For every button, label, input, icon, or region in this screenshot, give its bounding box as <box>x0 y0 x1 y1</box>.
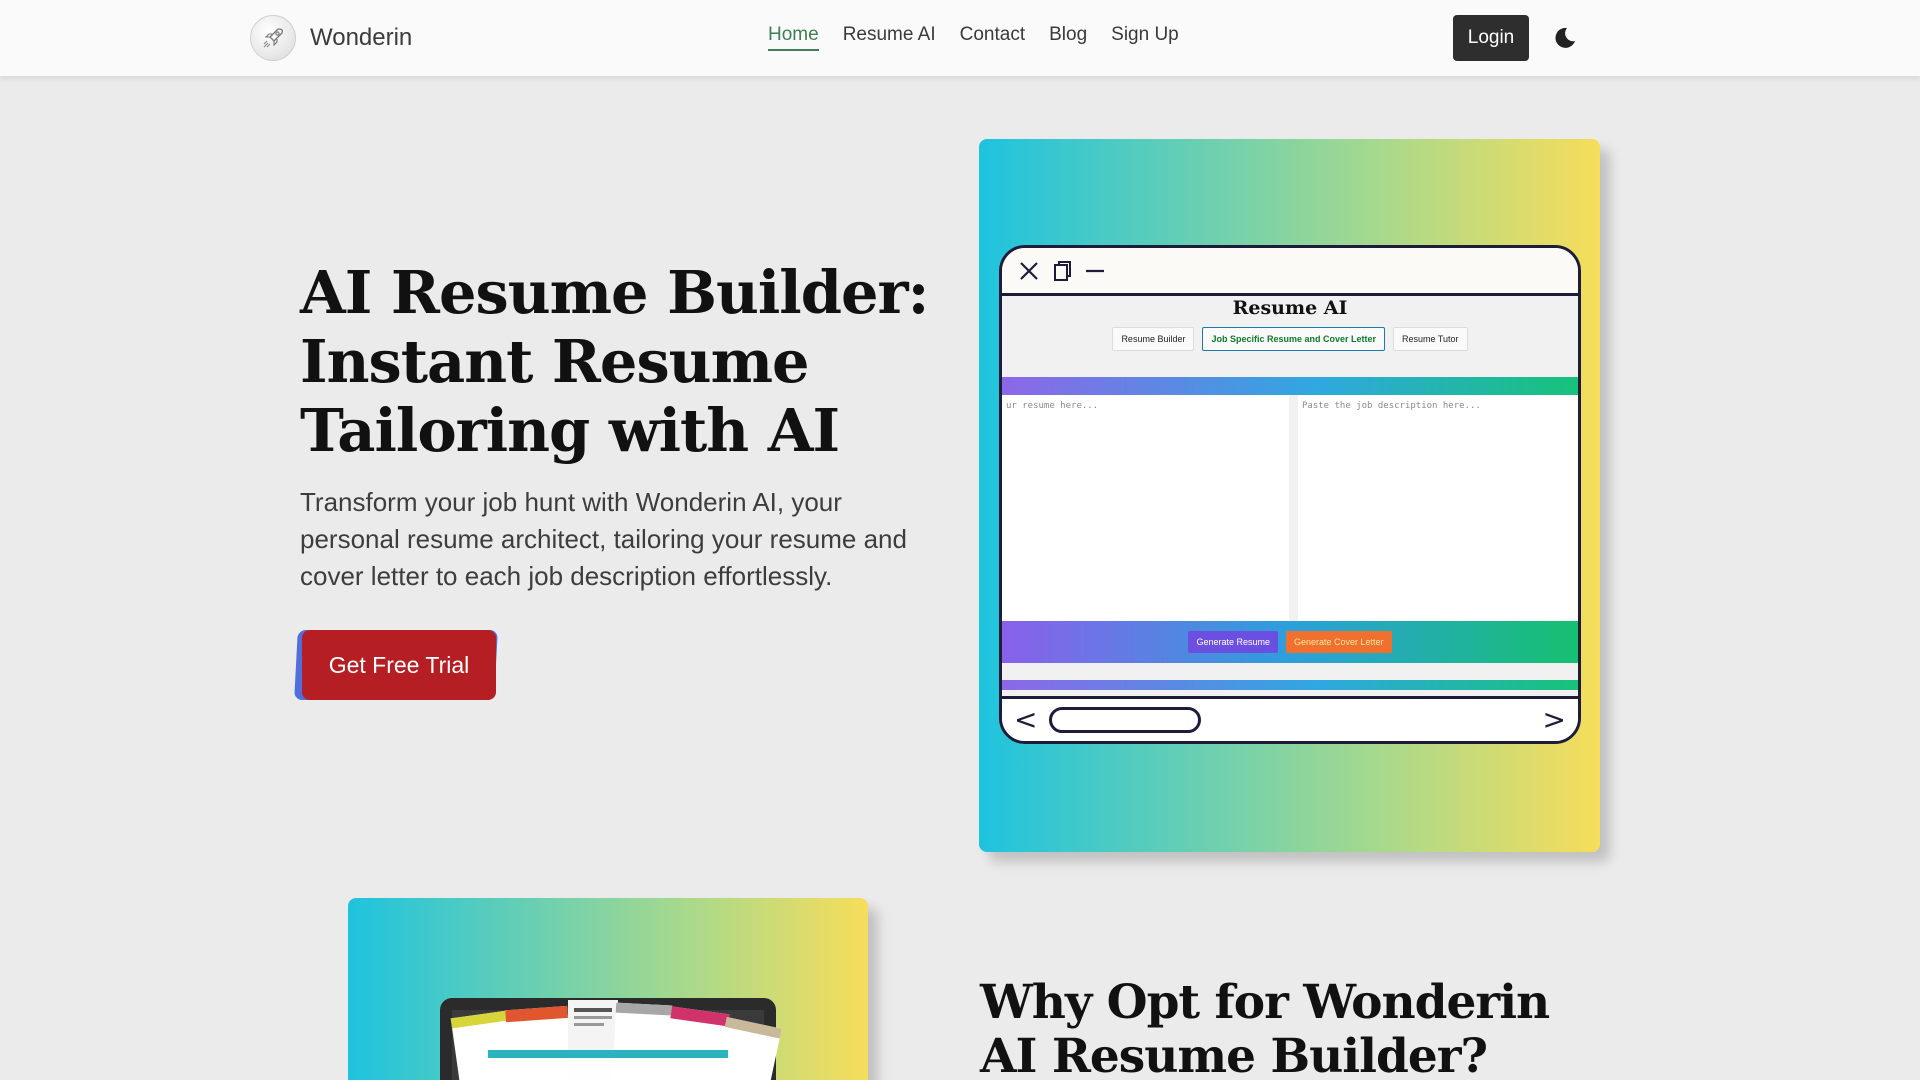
main-nav: Home Resume AI Contact Blog Sign Up <box>768 24 1203 51</box>
copy-icon <box>1054 260 1071 281</box>
nav-link-contact[interactable]: Contact <box>960 24 1025 51</box>
hero-illustration-card: Resume AI Resume Builder Job Specific Re… <box>979 139 1600 852</box>
mock-app-body: Resume AI Resume Builder Job Specific Re… <box>1002 296 1578 696</box>
mock-url-bar <box>1049 707 1202 733</box>
rocket-logo-icon <box>250 15 296 61</box>
nav-link-resume-ai[interactable]: Resume AI <box>843 24 936 51</box>
section-title-why-opt: Why Opt for Wonderin AI Resume Builder? <box>980 975 1550 1080</box>
nav-link-home[interactable]: Home <box>768 24 819 51</box>
login-button[interactable]: Login <box>1453 15 1529 61</box>
mock-gradient-band <box>1002 377 1578 395</box>
mock-tab-resume-tutor: Resume Tutor <box>1393 327 1468 351</box>
moon-icon[interactable] <box>1550 24 1578 52</box>
close-icon <box>1020 261 1038 280</box>
mock-titlebar <box>1002 248 1578 296</box>
mock-tab-resume-builder: Resume Builder <box>1112 327 1195 351</box>
chevron-left-icon: < <box>1014 703 1038 736</box>
mock-gradient-band-bottom <box>1002 680 1578 690</box>
mock-job-textarea: Paste the job description here... <box>1298 395 1578 621</box>
mock-tab-job-specific: Job Specific Resume and Cover Letter <box>1202 327 1386 351</box>
mock-generate-resume-button: Generate Resume <box>1188 631 1278 653</box>
mock-browser-footer: < > <box>1002 696 1578 741</box>
resume-collage-illustration <box>440 998 782 1080</box>
get-free-trial-button[interactable]: Get Free Trial <box>302 630 496 700</box>
hero-title: AI Resume Builder: Instant Resume Tailor… <box>300 258 929 465</box>
mock-generate-cover-letter-button: Generate Cover Letter <box>1285 631 1392 653</box>
brand-name: Wonderin <box>310 24 413 51</box>
cta-wrapper: Get Free Trial <box>294 630 498 700</box>
chevron-right-icon: > <box>1542 703 1566 736</box>
mock-tabs: Resume Builder Job Specific Resume and C… <box>1002 327 1578 351</box>
navbar: Wonderin Home Resume AI Contact Blog Sig… <box>0 0 1920 76</box>
mock-generate-bar: Generate Resume Generate Cover Letter <box>1002 621 1578 663</box>
mock-browser-window: Resume AI Resume Builder Job Specific Re… <box>999 245 1581 744</box>
mock-resume-textarea: ur resume here... <box>1002 395 1289 621</box>
resume-collage-card <box>348 898 868 1080</box>
nav-link-sign-up[interactable]: Sign Up <box>1111 24 1179 51</box>
brand[interactable]: Wonderin <box>250 12 412 64</box>
mock-app-title: Resume AI <box>1232 297 1348 319</box>
hero-subtitle: Transform your job hunt with Wonderin AI… <box>300 487 907 591</box>
minimize-icon <box>1086 269 1104 272</box>
nav-link-blog[interactable]: Blog <box>1049 24 1087 51</box>
